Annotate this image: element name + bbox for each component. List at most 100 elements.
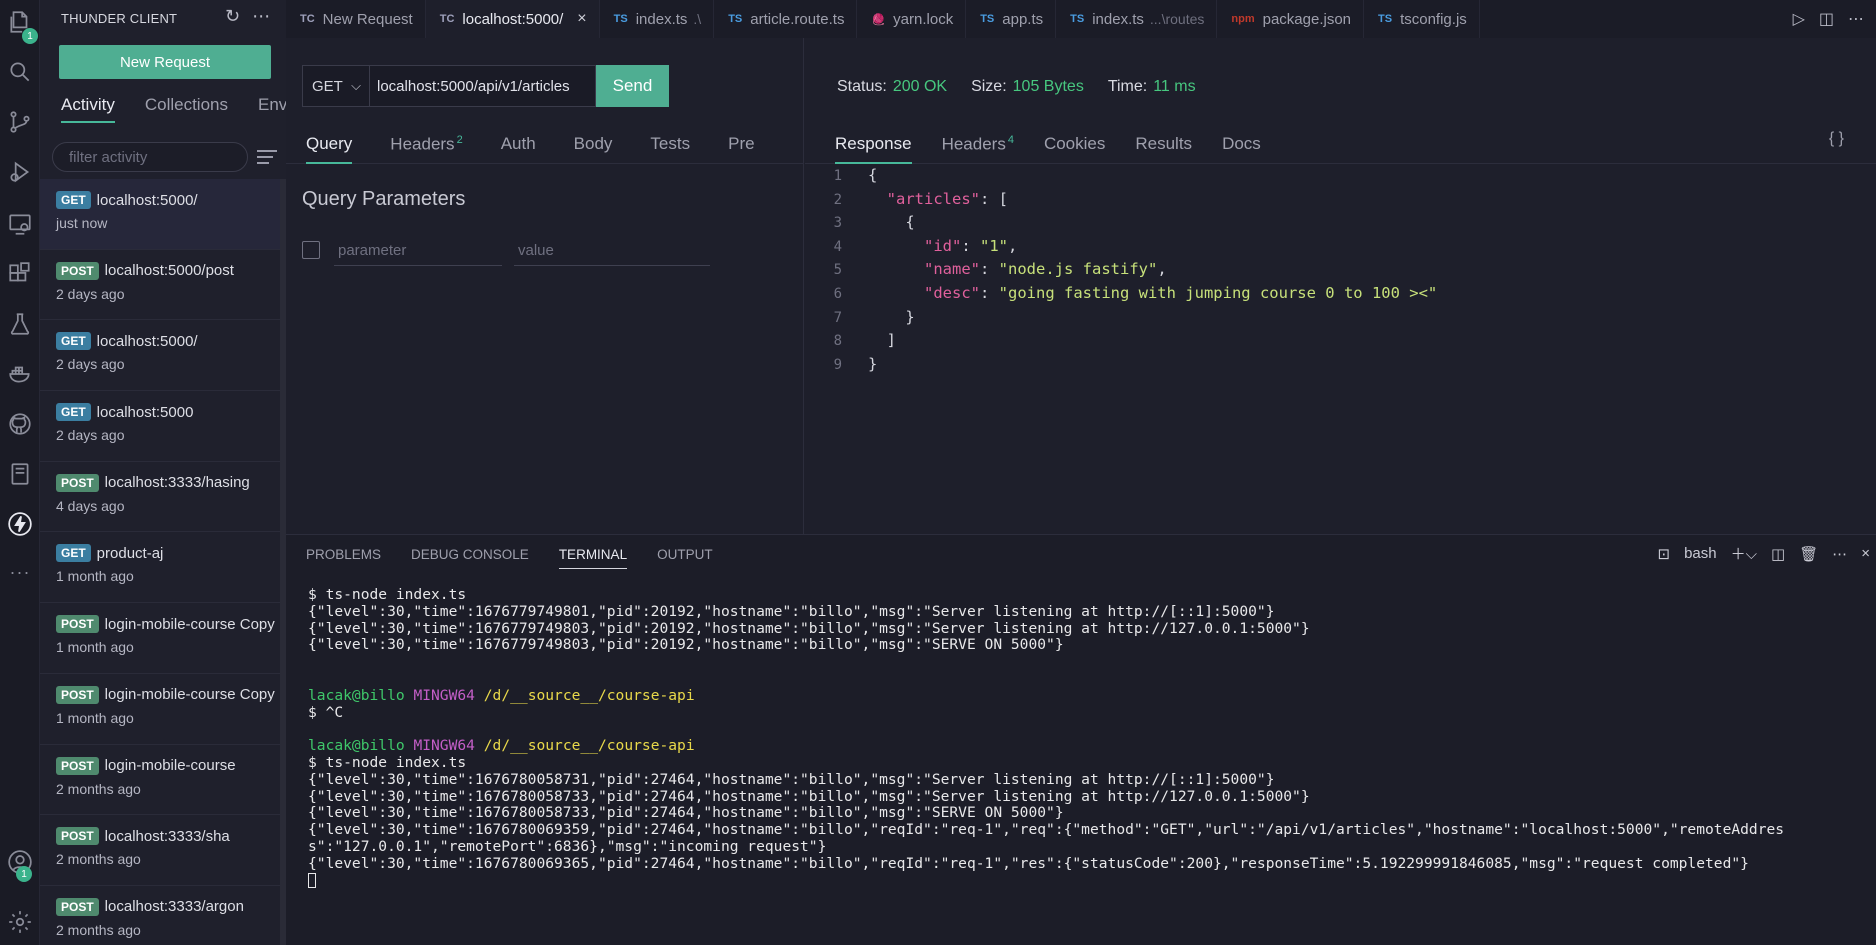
- terminal-output[interactable]: $ ts-node index.ts {"level":30,"time":167…: [308, 587, 1876, 889]
- value-input[interactable]: value: [514, 238, 710, 266]
- tab-collections[interactable]: Collections: [145, 95, 228, 123]
- terminal-line: s":"127.0.0.1","remotePort":6836},"msg":…: [308, 838, 827, 855]
- thunder-client-icon[interactable]: [4, 508, 36, 540]
- activity-url: localhost:5000/post: [104, 262, 234, 280]
- request-tab-body[interactable]: Body: [574, 126, 613, 164]
- response-tab-docs[interactable]: Docs: [1222, 126, 1261, 164]
- method-badge: GET: [56, 332, 91, 351]
- source-control-icon[interactable]: [4, 106, 36, 138]
- tab-debug-console[interactable]: DEBUG CONSOLE: [411, 547, 529, 569]
- size-info: Size: 105 Bytes: [971, 78, 1084, 96]
- method-badge: POST: [56, 615, 99, 634]
- tab-count: 4: [1007, 134, 1014, 146]
- request-tab-query[interactable]: Query: [306, 126, 353, 164]
- editor-tab[interactable]: TC New Request: [286, 0, 426, 38]
- tab-output[interactable]: OUTPUT: [657, 547, 713, 569]
- refresh-icon[interactable]: ↻: [225, 6, 240, 27]
- code-line: 5 "name": "node.js fastify",: [805, 258, 1876, 282]
- activity-item[interactable]: GET localhost:5000/ 2 days ago: [40, 320, 286, 392]
- request-tab-auth[interactable]: Auth: [501, 126, 536, 164]
- run-debug-icon[interactable]: [4, 156, 36, 188]
- request-tabs: Query Headers 2 Auth Body Tests Pre: [286, 126, 804, 164]
- add-terminal-icon[interactable]: ＋⌵: [1731, 543, 1757, 564]
- more-icon[interactable]: ···: [4, 556, 36, 588]
- run-icon[interactable]: ▷: [1793, 9, 1805, 29]
- request-pane: GET ⌵ localhost:5000/api/v1/articles Sen…: [286, 38, 804, 534]
- activity-item[interactable]: POST login-mobile-course Copy ... 1 mont…: [40, 603, 286, 674]
- editor-tab[interactable]: 🧶 yarn.lock: [857, 0, 967, 38]
- docker-icon[interactable]: [4, 358, 36, 390]
- tab-env[interactable]: Env: [258, 95, 287, 123]
- extensions-icon[interactable]: [4, 258, 36, 290]
- parameter-input[interactable]: parameter: [334, 238, 502, 266]
- activity-bar: 1 ··· 1: [0, 0, 40, 945]
- notebook-icon[interactable]: [4, 458, 36, 490]
- editor-tab-bar: TC New Request TC localhost:5000/ × TS index.t…: [286, 0, 1876, 38]
- remote-explorer-icon[interactable]: [4, 208, 36, 240]
- send-button[interactable]: Send: [596, 65, 669, 107]
- editor-tab[interactable]: npm package.json: [1217, 0, 1365, 38]
- editor-tab[interactable]: TC localhost:5000/ ×: [425, 0, 600, 38]
- request-tab-tests[interactable]: Tests: [650, 126, 690, 164]
- tab-terminal[interactable]: TERMINAL: [558, 547, 628, 569]
- editor-tab[interactable]: TS article.route.ts: [714, 0, 858, 38]
- terminal-icon[interactable]: ⊡: [1658, 545, 1671, 563]
- response-tab-response[interactable]: Response: [835, 126, 912, 164]
- param-checkbox[interactable]: [302, 241, 320, 259]
- line-number: 3: [833, 215, 842, 232]
- editor-tab[interactable]: TS index.ts .\: [600, 0, 715, 38]
- activity-url: login-mobile-course Copy: [104, 686, 275, 704]
- request-tab-headers[interactable]: Headers 2: [390, 126, 462, 164]
- search-icon[interactable]: [4, 56, 36, 88]
- account-icon[interactable]: 1: [4, 846, 36, 882]
- activity-item[interactable]: POST localhost:3333/sha 2 months ago: [40, 815, 286, 886]
- tab-label: Tests: [650, 134, 691, 153]
- settings-gear-icon[interactable]: [4, 906, 36, 938]
- prompt-user: lacak@billo: [308, 738, 405, 755]
- close-icon[interactable]: ×: [1861, 545, 1870, 562]
- filter-menu-icon[interactable]: [257, 146, 277, 168]
- activity-item[interactable]: POST localhost:3333/hasing 4 days ago: [40, 462, 286, 533]
- editor-tab-label: package.json: [1262, 10, 1352, 28]
- activity-item-row: POST login-mobile-course Copy ...: [56, 615, 286, 634]
- url-input[interactable]: localhost:5000/api/v1/articles: [370, 65, 596, 107]
- activity-item[interactable]: GET product-aj 1 month ago: [40, 532, 286, 604]
- ellipsis-icon[interactable]: ⋯: [252, 6, 270, 27]
- tab-label: Auth: [500, 134, 536, 153]
- split-editor-icon[interactable]: ◫: [1819, 9, 1834, 29]
- ellipsis-icon[interactable]: ⋯: [1832, 545, 1847, 563]
- split-terminal-icon[interactable]: ◫: [1771, 545, 1785, 563]
- tab-label: Headers: [941, 134, 1006, 154]
- activity-item[interactable]: POST localhost:3333/argon 2 months ago: [40, 886, 286, 945]
- response-tab-headers[interactable]: Headers 4: [942, 126, 1014, 164]
- editor-tab[interactable]: TS app.ts: [966, 0, 1057, 38]
- terminal-line: lacak@billo MINGW64 /d/__source__/course…: [308, 738, 1876, 755]
- tab-activity[interactable]: Activity: [61, 95, 115, 123]
- terminal-line: {"level":30,"time":1676780069365,"pid":2…: [308, 855, 1749, 872]
- method-select[interactable]: GET ⌵: [302, 65, 370, 107]
- trash-icon[interactable]: 🗑: [1799, 545, 1818, 563]
- request-tab-pre[interactable]: Pre: [728, 126, 754, 164]
- format-json-button[interactable]: { }: [1829, 130, 1844, 148]
- editor-tab[interactable]: TS tsconfig.js: [1364, 0, 1480, 38]
- response-tab-cookies[interactable]: Cookies: [1044, 126, 1105, 164]
- activity-item[interactable]: GET localhost:5000 2 days ago: [40, 391, 286, 462]
- editor-tab[interactable]: TS index.ts ...\routes: [1056, 0, 1218, 38]
- close-icon[interactable]: ×: [577, 10, 586, 28]
- terminal-line: {"level":30,"time":1676780069359,"pid":2…: [308, 822, 1785, 839]
- ellipsis-icon[interactable]: ⋯: [1848, 9, 1864, 29]
- activity-item[interactable]: POST localhost:5000/post 2 days ago: [40, 250, 286, 321]
- response-tab-results[interactable]: Results: [1135, 126, 1192, 164]
- explorer-icon[interactable]: 1: [4, 6, 38, 44]
- activity-item[interactable]: POST login-mobile-course Copy 1 month ag…: [40, 674, 286, 745]
- testing-flask-icon[interactable]: [4, 308, 36, 340]
- activity-item[interactable]: POST login-mobile-course 2 months ago: [40, 745, 286, 816]
- github-icon[interactable]: [4, 408, 36, 440]
- tab-problems[interactable]: PROBLEMS: [306, 547, 381, 569]
- shell-label[interactable]: bash: [1684, 545, 1717, 562]
- activity-item[interactable]: GET localhost:5000/ just now: [40, 179, 286, 250]
- filter-activity-input[interactable]: filter activity: [52, 142, 248, 172]
- tab-label: Body: [573, 134, 613, 153]
- new-request-button[interactable]: New Request: [59, 45, 271, 79]
